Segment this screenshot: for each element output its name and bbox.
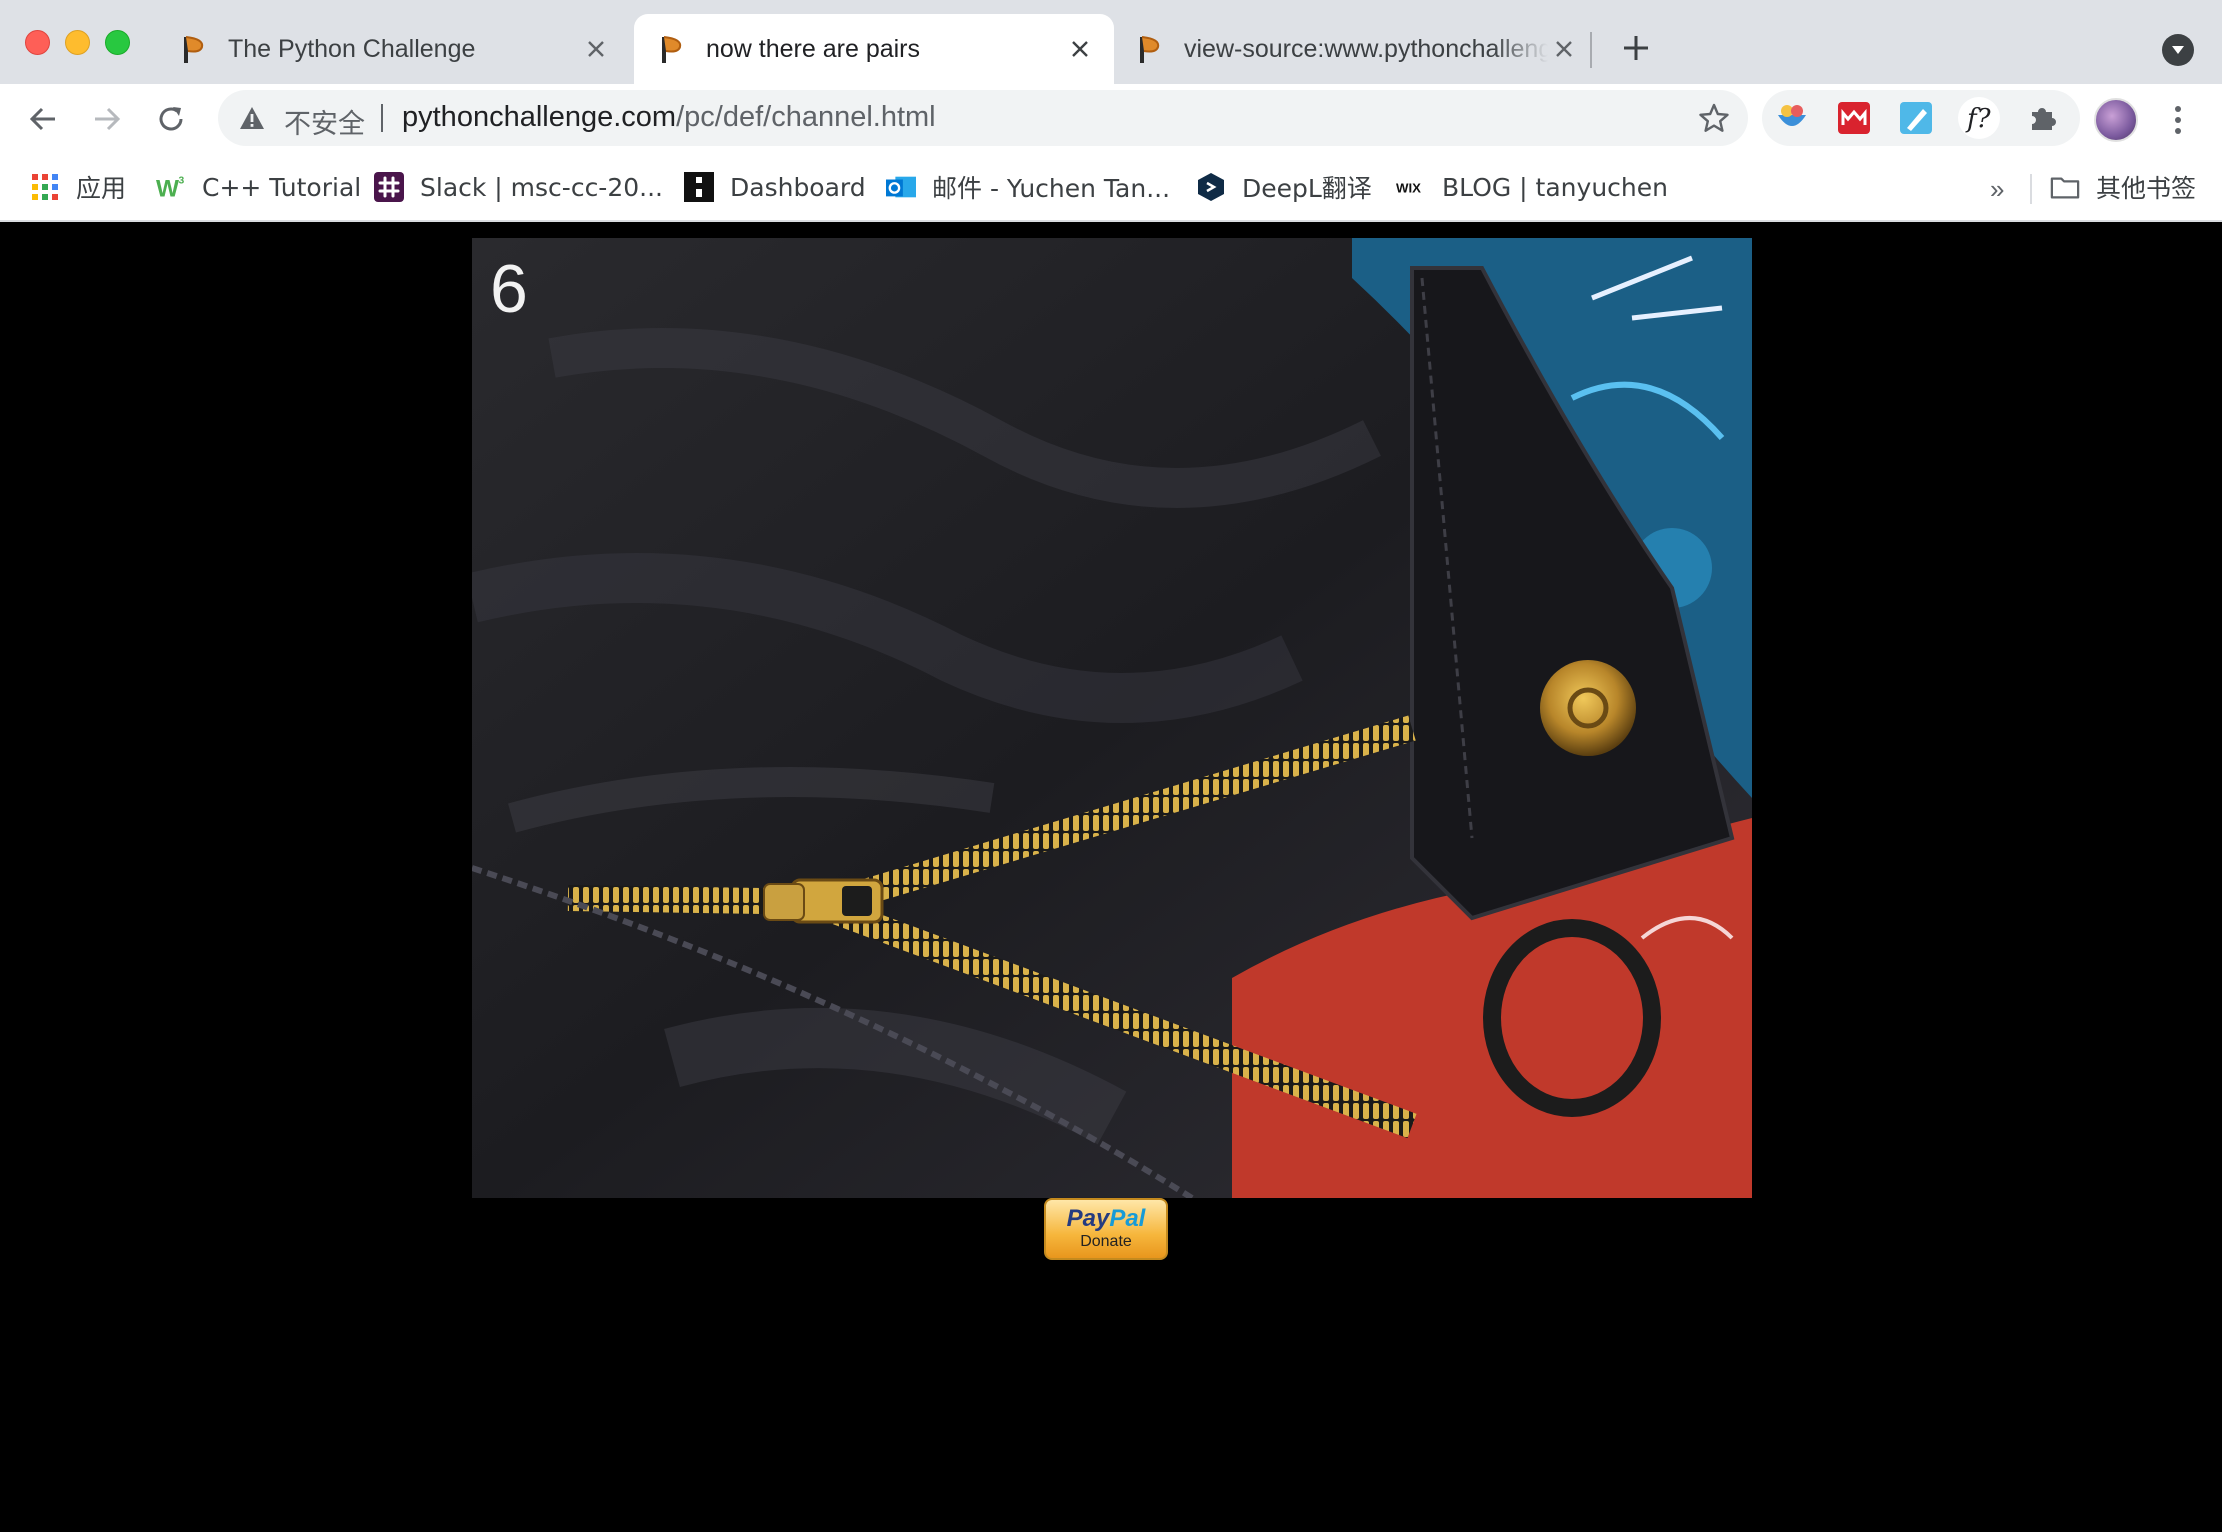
close-window-button[interactable]	[25, 30, 50, 55]
profile-avatar[interactable]	[2094, 98, 2138, 142]
tab-strip: The Python Challenge now there are pairs…	[0, 0, 2222, 84]
bookmark-label: DeepL翻译	[1242, 174, 1372, 203]
forward-button[interactable]	[86, 98, 128, 140]
paypal-donate-button[interactable]: PayPal Donate	[1044, 1198, 1168, 1260]
tab-python-challenge[interactable]: The Python Challenge	[156, 14, 630, 84]
python-challenge-favicon-icon	[662, 36, 682, 63]
bookmark-label: Slack | msc-cc-20...	[420, 172, 663, 202]
bookmark-deepl[interactable]: DeepL翻译	[1196, 168, 1372, 206]
tab-separator	[1590, 32, 1592, 68]
new-tab-button[interactable]	[1618, 30, 1654, 66]
plus-icon	[1624, 36, 1648, 60]
extensions-puzzle-icon[interactable]	[2024, 100, 2060, 136]
outlook-icon	[886, 172, 916, 202]
w3schools-icon: W3	[156, 172, 186, 202]
chrome-menu-button[interactable]	[2162, 100, 2194, 140]
folder-icon	[2050, 172, 2080, 202]
python-challenge-favicon-icon	[184, 36, 204, 63]
fullscreen-window-button[interactable]	[105, 30, 130, 55]
reload-button[interactable]	[150, 98, 192, 140]
url-path: /pc/def/channel.html	[676, 101, 936, 133]
bookmark-label: C++ Tutorial	[202, 172, 362, 202]
reload-icon	[159, 107, 183, 131]
tab-now-there-are-pairs[interactable]: now there are pairs	[634, 14, 1114, 84]
tab-search-button[interactable]	[2162, 34, 2194, 66]
minimize-window-button[interactable]	[65, 30, 90, 55]
ext-mendeley-icon[interactable]	[1836, 100, 1872, 136]
svg-text:WIX: WIX	[1396, 180, 1421, 195]
tab-title: view-source:www.pythonchallenge.com/pc/d…	[1184, 34, 1548, 63]
bookmarks-bar: 应用 W3 C++ Tutorial Slack | msc-cc-20... …	[0, 154, 2222, 222]
bookmark-slack[interactable]: Slack | msc-cc-20...	[374, 168, 663, 206]
back-button[interactable]	[22, 98, 64, 140]
page-content: 6 PayPal Donate	[0, 222, 2222, 1532]
tab-title: now there are pairs	[706, 34, 921, 63]
close-tab-icon[interactable]	[580, 33, 612, 65]
tab-view-source[interactable]: view-source:www.pythonchallenge.com/pc/d…	[1112, 14, 1598, 84]
bookmark-dashboard[interactable]: Dashboard	[684, 168, 866, 206]
dashboard-icon	[684, 172, 714, 202]
level-number: 6	[490, 251, 528, 327]
ext-bowl-icon[interactable]	[1774, 100, 1810, 136]
bookmark-wix-blog[interactable]: WIX BLOG | tanyuchen	[1396, 168, 1668, 206]
close-tab-icon[interactable]	[1548, 33, 1580, 65]
paypal-logo-pal: Pal	[1109, 1205, 1146, 1232]
bookmark-label: Dashboard	[730, 172, 866, 202]
warning-triangle-icon	[240, 107, 264, 129]
svg-text:f?: f?	[1965, 104, 1992, 134]
more-bookmarks-chevron[interactable]: »	[1990, 174, 2004, 205]
bookmark-label: 其他书签	[2096, 174, 2197, 203]
apps-grid-icon	[30, 172, 60, 202]
svg-text:3: 3	[179, 175, 185, 186]
zipper-jeans-image: 6	[472, 238, 1752, 1198]
ext-formula-icon[interactable]: f?	[1958, 97, 2000, 139]
bookmark-cpp-tutorial[interactable]: W3 C++ Tutorial	[156, 168, 361, 206]
close-tab-icon[interactable]	[1064, 33, 1096, 65]
bookmark-label: BLOG | tanyuchen	[1442, 172, 1668, 202]
url-text[interactable]: pythonchallenge.com/pc/def/channel.html	[402, 101, 936, 134]
browser-toolbar: 不安全 pythonchallenge.com/pc/def/channel.h…	[0, 84, 2222, 154]
donate-label: Donate	[1080, 1233, 1132, 1250]
arrow-right-icon	[95, 107, 121, 131]
bookmarks-separator	[2030, 174, 2032, 204]
python-challenge-favicon-icon	[1140, 36, 1160, 63]
address-bar[interactable]: 不安全 pythonchallenge.com/pc/def/channel.h…	[218, 90, 1748, 146]
slack-icon	[374, 172, 404, 202]
paypal-logo: PayPal	[1067, 1207, 1146, 1231]
security-status-label[interactable]: 不安全	[284, 102, 365, 141]
ext-pen-icon[interactable]	[1898, 100, 1934, 136]
svg-text:W: W	[156, 175, 179, 201]
extensions-area: f?	[1762, 90, 2080, 146]
bookmark-label: 邮件 - Yuchen Tan...	[932, 174, 1171, 203]
bookmark-apps[interactable]: 应用	[30, 168, 126, 206]
bookmark-label: 应用	[76, 174, 127, 203]
url-host: pythonchallenge.com	[402, 101, 677, 133]
bookmark-outlook-mail[interactable]: 邮件 - Yuchen Tan...	[886, 168, 1170, 206]
tab-title: The Python Challenge	[228, 34, 476, 63]
bookmark-star-icon[interactable]	[1698, 102, 1730, 134]
paypal-logo-pay: Pay	[1066, 1205, 1110, 1232]
deepl-icon	[1196, 172, 1226, 202]
other-bookmarks-folder[interactable]: 其他书签	[2050, 168, 2196, 206]
chevron-down-icon	[2172, 46, 2184, 54]
arrow-left-icon	[29, 107, 55, 131]
zipper-illustration	[472, 238, 1752, 1198]
wix-icon: WIX	[1396, 172, 1426, 202]
omnibox-divider	[381, 104, 383, 132]
